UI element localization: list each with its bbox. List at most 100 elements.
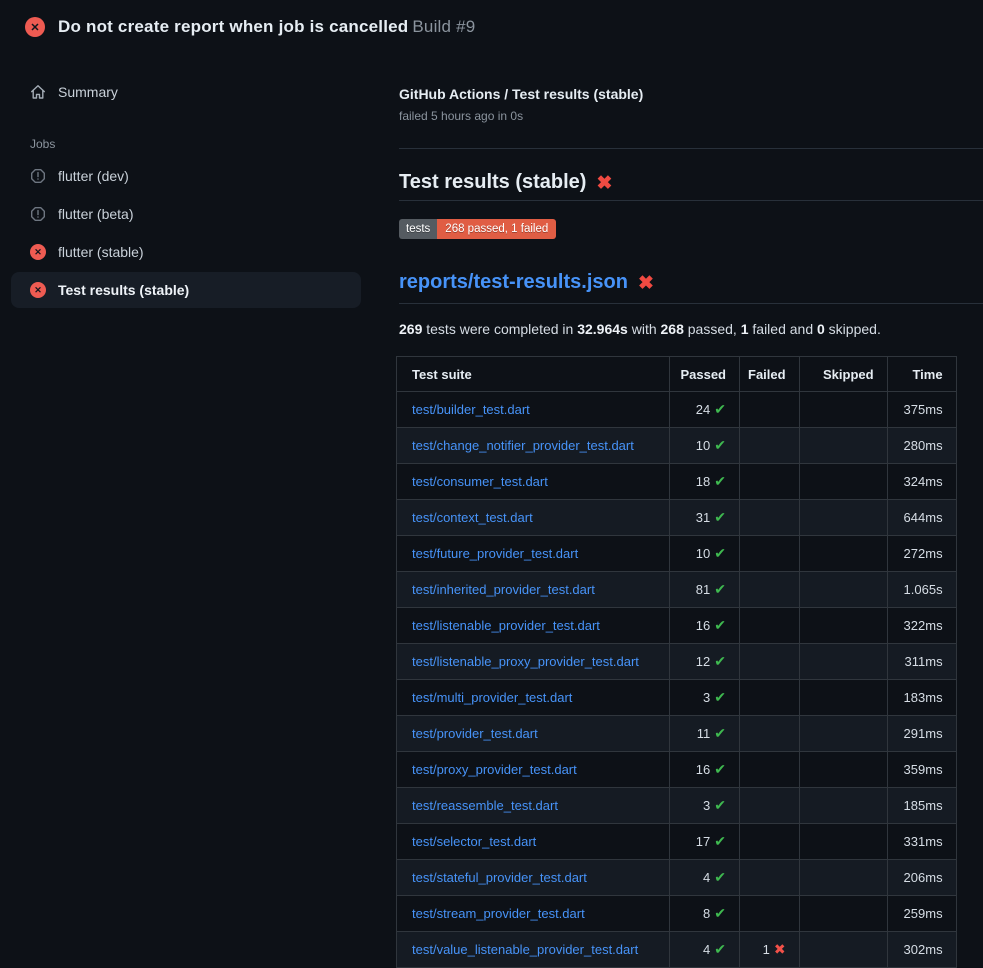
table-row: test/context_test.dart31✔644ms [397, 500, 957, 536]
suite-cell: test/provider_test.dart [397, 716, 670, 752]
check-icon: ✔ [714, 401, 726, 417]
check-icon: ✔ [714, 905, 726, 921]
suite-link[interactable]: test/listenable_provider_test.dart [412, 618, 600, 633]
check-icon: ✔ [714, 473, 726, 489]
time-cell: 206ms [887, 860, 956, 896]
column-header-passed: Passed [670, 357, 740, 392]
time-cell: 291ms [887, 716, 956, 752]
table-row: test/builder_test.dart24✔375ms [397, 392, 957, 428]
passed-count: 3 [703, 690, 710, 705]
table-row: test/stream_provider_test.dart8✔259ms [397, 896, 957, 932]
sidebar-item-test-results-stable[interactable]: ✕Test results (stable) [11, 272, 361, 308]
skipped-cell [799, 860, 887, 896]
passed-cell: 3✔ [670, 788, 740, 824]
passed-count: 31 [696, 510, 710, 525]
table-row: test/listenable_provider_test.dart16✔322… [397, 608, 957, 644]
suite-cell: test/context_test.dart [397, 500, 670, 536]
passed-cell: 3✔ [670, 680, 740, 716]
suite-link[interactable]: test/reassemble_test.dart [412, 798, 558, 813]
check-icon: ✔ [714, 761, 726, 777]
suite-link[interactable]: test/selector_test.dart [412, 834, 536, 849]
passed-count: 24 [696, 402, 710, 417]
suite-link[interactable]: test/stream_provider_test.dart [412, 906, 585, 921]
suite-link[interactable]: test/builder_test.dart [412, 402, 530, 417]
time-cell: 280ms [887, 428, 956, 464]
failed-cell [740, 428, 800, 464]
badge-value: 268 passed, 1 failed [437, 219, 556, 239]
passed-count: 3 [703, 798, 710, 813]
suite-cell: test/change_notifier_provider_test.dart [397, 428, 670, 464]
passed-cell: 10✔ [670, 536, 740, 572]
skipped-cell [799, 752, 887, 788]
suite-cell: test/future_provider_test.dart [397, 536, 670, 572]
check-icon: ✔ [714, 725, 726, 741]
section-title: Test results (stable) ✖ [399, 170, 983, 201]
sidebar-item-flutter-beta[interactable]: flutter (beta) [11, 196, 361, 232]
suite-link[interactable]: test/provider_test.dart [412, 726, 538, 741]
build-header: ✕ Do not create report when job is cance… [0, 0, 983, 37]
passed-cell: 12✔ [670, 644, 740, 680]
suite-link[interactable]: test/context_test.dart [412, 510, 533, 525]
failed-cell [740, 752, 800, 788]
failed-cell [740, 500, 800, 536]
divider [399, 148, 983, 149]
x-mark-icon: ✖ [596, 173, 612, 194]
passed-count: 16 [696, 618, 710, 633]
alert-octagon-icon [30, 206, 46, 222]
column-header-time: Time [887, 357, 956, 392]
suite-link[interactable]: test/multi_provider_test.dart [412, 690, 572, 705]
run-summary-segment: with [628, 321, 661, 337]
column-header-skipped: Skipped [799, 357, 887, 392]
failed-cell [740, 536, 800, 572]
suite-cell: test/builder_test.dart [397, 392, 670, 428]
table-row: test/change_notifier_provider_test.dart 1… [397, 428, 957, 464]
suite-cell: test/stateful_provider_test.dart [397, 860, 670, 896]
suite-link[interactable]: test/inherited_provider_test.dart [412, 582, 595, 597]
passed-count: 10 [696, 438, 710, 453]
failed-cell [740, 644, 800, 680]
column-header-failed: Failed [740, 357, 800, 392]
suite-link[interactable]: test/proxy_provider_test.dart [412, 762, 577, 777]
suite-link[interactable]: test/consumer_test.dart [412, 474, 548, 489]
sidebar-item-flutter-dev[interactable]: flutter (dev) [11, 158, 361, 194]
report-title-link[interactable]: reports/test-results.json [399, 271, 628, 293]
failed-cell [740, 788, 800, 824]
page-title: Do not create report when job is cancell… [58, 17, 475, 37]
passed-cell: 10✔ [670, 428, 740, 464]
passed-cell: 4✔ [670, 860, 740, 896]
home-icon [30, 84, 46, 100]
x-circle-icon: ✕ [25, 17, 45, 37]
suite-cell: test/selector_test.dart [397, 824, 670, 860]
passed-cell: 18✔ [670, 464, 740, 500]
skipped-cell [799, 392, 887, 428]
sidebar-item-label: flutter (beta) [58, 206, 133, 222]
suite-link[interactable]: test/listenable_proxy_provider_test.dart [412, 654, 639, 669]
skipped-cell [799, 716, 887, 752]
passed-count: 10 [696, 546, 710, 561]
check-icon: ✔ [714, 797, 726, 813]
failed-cell [740, 824, 800, 860]
sidebar-item-summary[interactable]: Summary [11, 74, 361, 110]
skipped-cell [799, 536, 887, 572]
x-icon: ✖ [774, 941, 786, 957]
run-summary-segment: 269 [399, 321, 422, 337]
sidebar-item-flutter-stable[interactable]: ✕flutter (stable) [11, 234, 361, 270]
jobs-section-label: Jobs [30, 137, 371, 151]
suite-cell: test/proxy_provider_test.dart [397, 752, 670, 788]
run-summary-segment: 0 [817, 321, 825, 337]
table-row: test/listenable_proxy_provider_test.dart… [397, 644, 957, 680]
sidebar-item-label: Summary [58, 84, 118, 100]
skipped-cell [799, 896, 887, 932]
passed-cell: 31✔ [670, 500, 740, 536]
column-header-test-suite: Test suite [397, 357, 670, 392]
section-title-text: Test results (stable) [399, 171, 586, 193]
suite-cell: test/stream_provider_test.dart [397, 896, 670, 932]
failed-cell [740, 464, 800, 500]
time-cell: 185ms [887, 788, 956, 824]
passed-count: 11 [697, 726, 711, 741]
passed-cell: 8✔ [670, 896, 740, 932]
suite-link[interactable]: test/stateful_provider_test.dart [412, 870, 587, 885]
suite-link[interactable]: test/change_notifier_provider_test.dart [412, 438, 634, 453]
table-row: test/provider_test.dart 11✔ 291ms [397, 716, 957, 752]
suite-link[interactable]: test/future_provider_test.dart [412, 546, 578, 561]
